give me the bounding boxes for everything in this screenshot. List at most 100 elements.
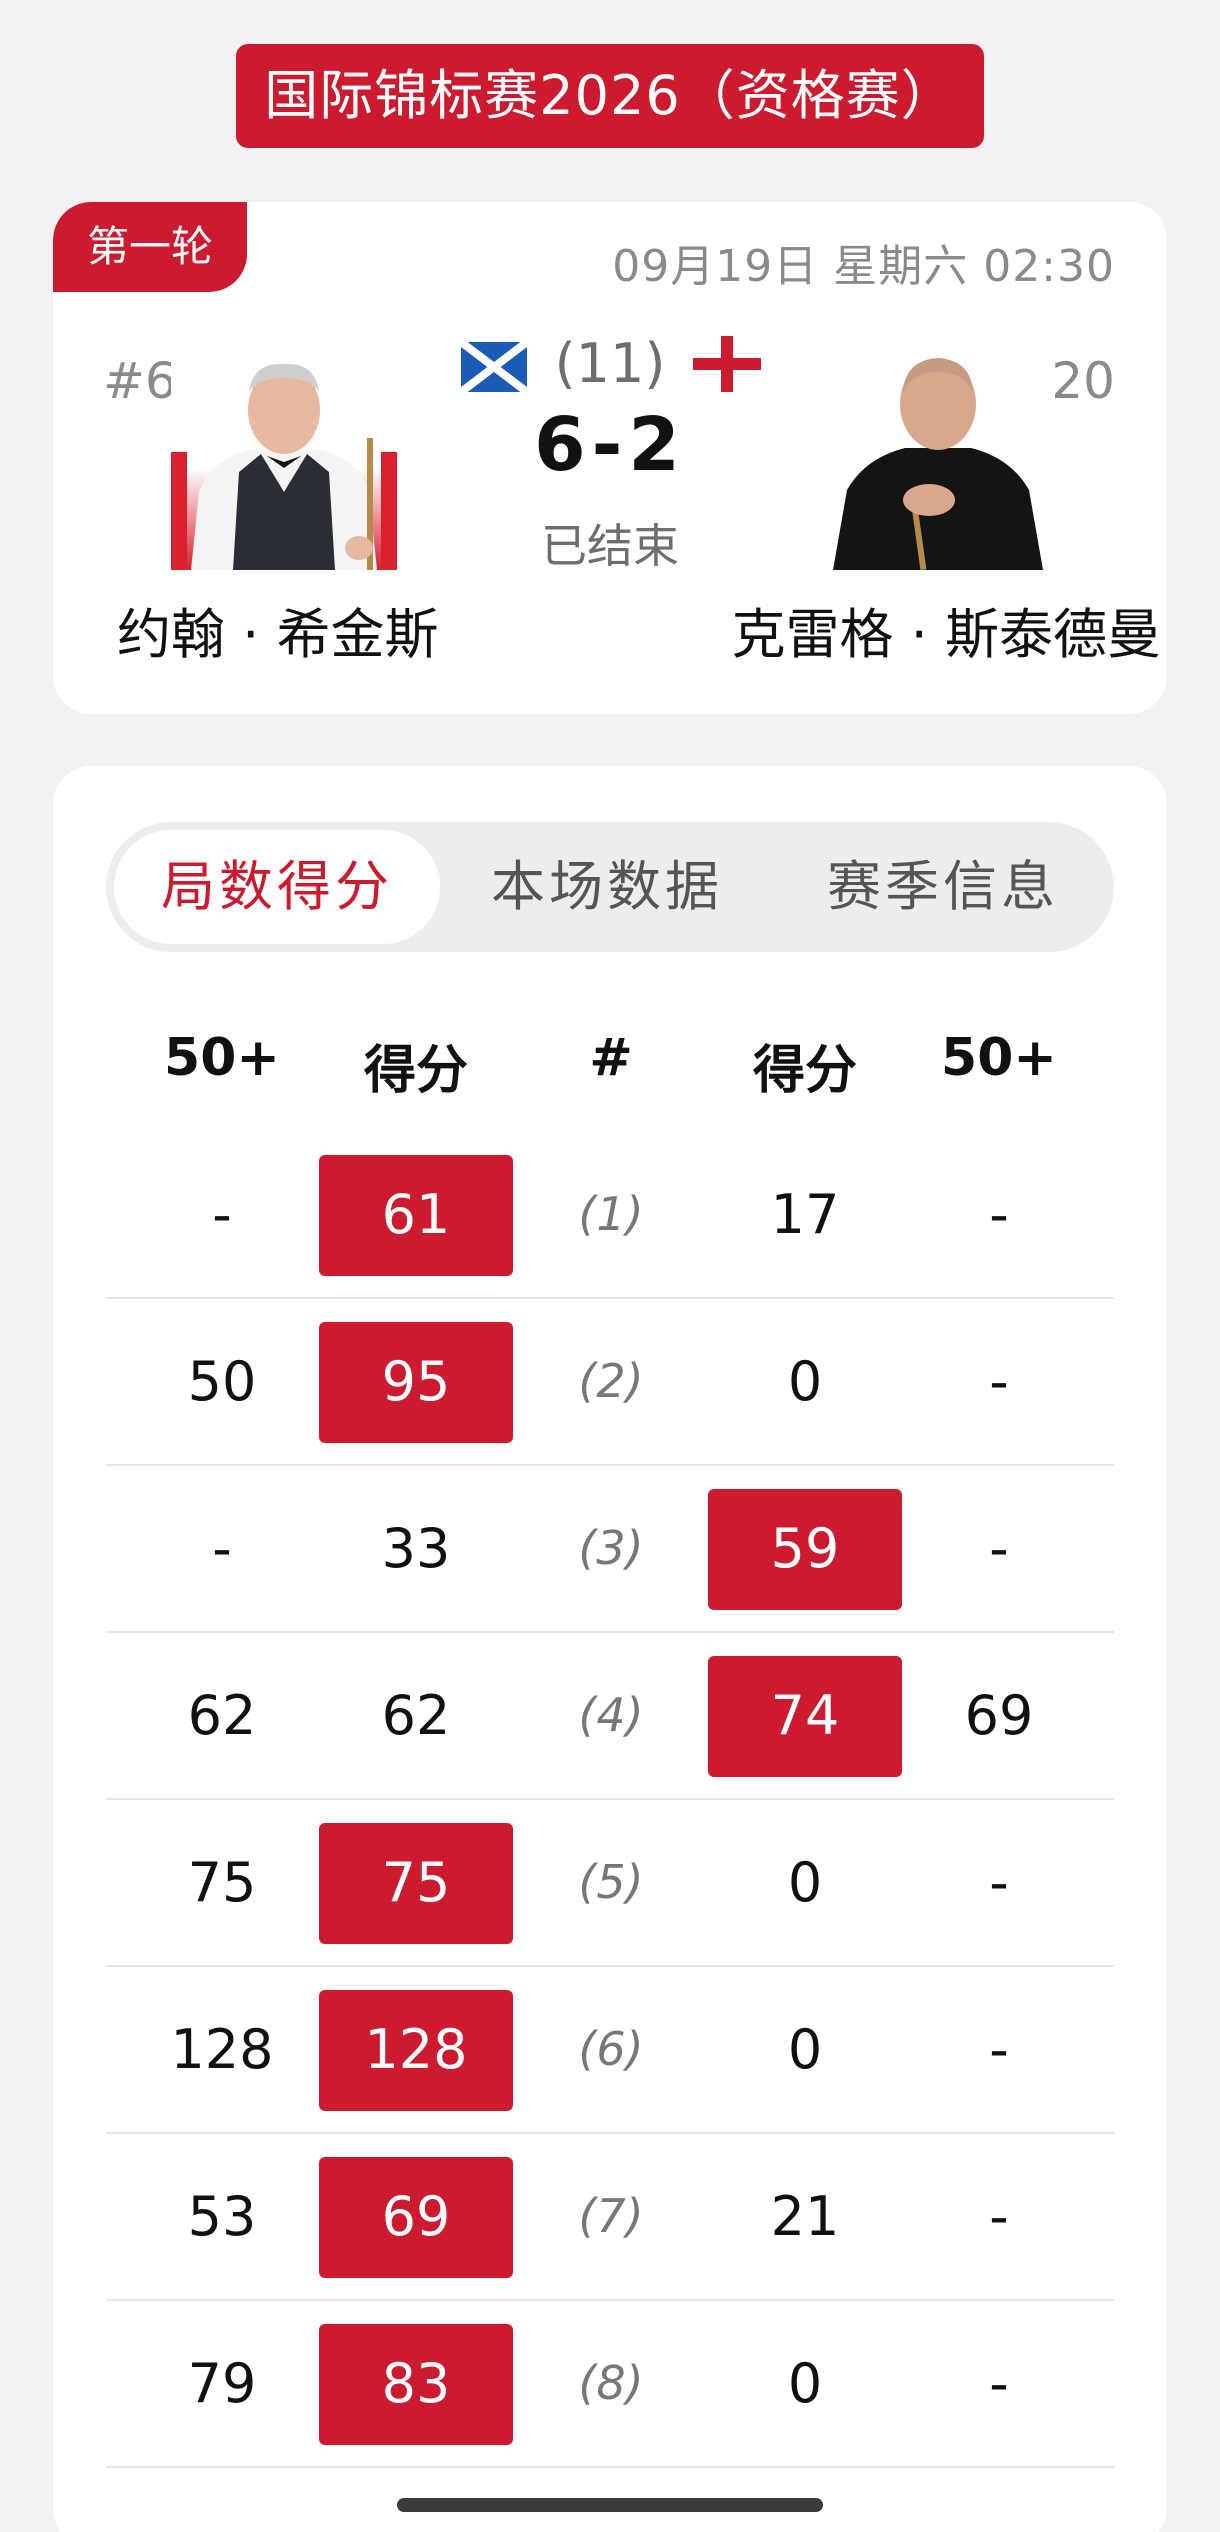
table-row: - 33 (3) 59 - [106,1466,1114,1633]
home-indicator[interactable] [397,2498,823,2512]
right-player-name[interactable]: 克雷格 · 斯泰德曼 [732,590,1162,669]
frame-number-cell: (6) [513,1967,709,2132]
right-breaks-cell: 69 [901,1633,1097,1798]
left-score-cell: 33 [318,1466,514,1631]
left-score-cell: 61 [318,1132,514,1297]
left-breaks-cell: - [124,1132,320,1297]
right-score-cell-value: 17 [770,1183,840,1246]
right-breaks-cell-value: - [989,2352,1009,2415]
tournament-title: 国际锦标赛2026（资格赛） [236,44,984,148]
left-breaks-cell-value: - [212,1517,232,1580]
frame-number-cell-value: (7) [578,2189,644,2243]
right-score-cell: 59 [707,1466,903,1631]
right-breaks-cell-value: - [989,1350,1009,1413]
frame-number-cell-value: (3) [578,1521,644,1575]
tab-bar: 局数得分 本场数据 赛季信息 [106,822,1114,952]
match-score: 6-2 [534,402,686,488]
right-score-cell-value: 74 [770,1684,840,1747]
right-score-cell-value: 0 [787,1851,823,1914]
right-breaks-cell: - [901,1132,1097,1297]
right-breaks-cell: - [901,2301,1097,2466]
tab-frame-scores[interactable]: 局数得分 [114,830,440,944]
left-score-cell-value: 33 [381,1517,451,1580]
right-breaks-cell-value: - [989,2185,1009,2248]
right-score-cell: 0 [707,2301,903,2466]
right-score-cell: 17 [707,1132,903,1297]
left-breaks-cell: 79 [124,2301,320,2466]
frame-number-cell-value: (1) [578,1187,644,1241]
header-right-score: 得分 [752,1041,857,1101]
match-card[interactable]: 第一轮 09月19日 星期六 02:30 #6 #120 [53,202,1167,714]
frame-number-cell: (3) [513,1466,709,1631]
frame-number-cell: (2) [513,1299,709,1464]
match-datetime: 09月19日 星期六 02:30 [612,241,1115,292]
right-score-cell-value: 0 [787,1350,823,1413]
header-right-breaks: 50+ [941,1028,1057,1088]
right-breaks-cell: - [901,2134,1097,2299]
best-of-frames: (11) [554,332,666,395]
right-breaks-cell-value: - [989,1851,1009,1914]
right-breaks-cell: - [901,1967,1097,2132]
left-score-cell-value: 83 [381,2352,451,2415]
table-row: 75 75 (5) 0 - [106,1800,1114,1967]
header-left-breaks: 50+ [164,1028,280,1088]
round-badge: 第一轮 [53,202,247,292]
match-status: 已结束 [541,519,679,573]
left-score-cell: 128 [318,1967,514,2132]
right-breaks-cell: - [901,1299,1097,1464]
frames-card: 局数得分 本场数据 赛季信息 50+ 得分 # 得分 50+ -61 (1) 17-… [53,766,1167,2532]
right-score-cell: 0 [707,1967,903,2132]
right-score-cell-value: 0 [787,2352,823,2415]
table-row: 50 95 (2) 0 - [106,1299,1114,1466]
left-score-cell-value: 95 [381,1350,451,1413]
left-breaks-cell-value: - [212,1183,232,1246]
left-score-cell-value: 69 [381,2185,451,2248]
frame-number-cell-value: (6) [578,2022,644,2076]
table-row: 79 83 (8) 0 - [106,2301,1114,2468]
left-score-cell-value: 61 [381,1183,451,1246]
left-score-cell: 75 [318,1800,514,1965]
right-score-cell-value: 21 [770,2185,840,2248]
frame-number-cell-value: (4) [578,1688,644,1742]
table-row: - 61 (1) 17 - [106,1132,1114,1299]
frame-number-cell: (1) [513,1132,709,1297]
left-breaks-cell-value: 53 [187,2185,257,2248]
frame-number-cell: (5) [513,1800,709,1965]
left-breaks-cell: 50 [124,1299,320,1464]
left-breaks-cell-value: 75 [187,1851,257,1914]
header-frame-number: # [589,1028,633,1088]
frame-number-cell: (8) [513,2301,709,2466]
right-breaks-cell: - [901,1466,1097,1631]
tab-match-stats[interactable]: 本场数据 [444,830,770,944]
left-score-cell-value: 128 [364,2018,468,2081]
right-score-cell: 0 [707,1800,903,1965]
frame-number-cell: (4) [513,1633,709,1798]
right-breaks-cell-value: - [989,1517,1009,1580]
right-score-cell-value: 59 [770,1517,840,1580]
frame-number-cell-value: (2) [578,1354,644,1408]
left-breaks-cell: 62 [124,1633,320,1798]
right-score-cell: 0 [707,1299,903,1464]
left-breaks-cell: 128 [124,1967,320,2132]
frame-number-cell-value: (8) [578,2356,644,2410]
left-breaks-cell-value: 50 [187,1350,257,1413]
frame-number-cell: (7) [513,2134,709,2299]
table-row: 128 128 (6) 0 - [106,1967,1114,2134]
left-player-name[interactable]: 约翰 · 希金斯 [117,590,439,669]
right-breaks-cell-value: 69 [964,1684,1034,1747]
right-breaks-cell-value: - [989,1183,1009,1246]
left-breaks-cell: 53 [124,2134,320,2299]
right-score-cell-value: 0 [787,2018,823,2081]
right-breaks-cell-value: - [989,2018,1009,2081]
frame-number-cell-value: (5) [578,1855,644,1909]
table-row: 62 62 (4) 74 69 [106,1633,1114,1800]
left-breaks-cell-value: 79 [187,2352,257,2415]
left-breaks-cell: - [124,1466,320,1631]
left-breaks-cell-value: 62 [187,1684,257,1747]
left-breaks-cell-value: 128 [170,2018,274,2081]
left-score-cell: 83 [318,2301,514,2466]
table-row: 53 69 (7) 21 - [106,2134,1114,2301]
page: 国际锦标赛2026（资格赛） 第一轮 09月19日 星期六 02:30 #6 #… [0,0,1220,2532]
right-breaks-cell: - [901,1800,1097,1965]
tab-season-info[interactable]: 赛季信息 [778,830,1108,944]
